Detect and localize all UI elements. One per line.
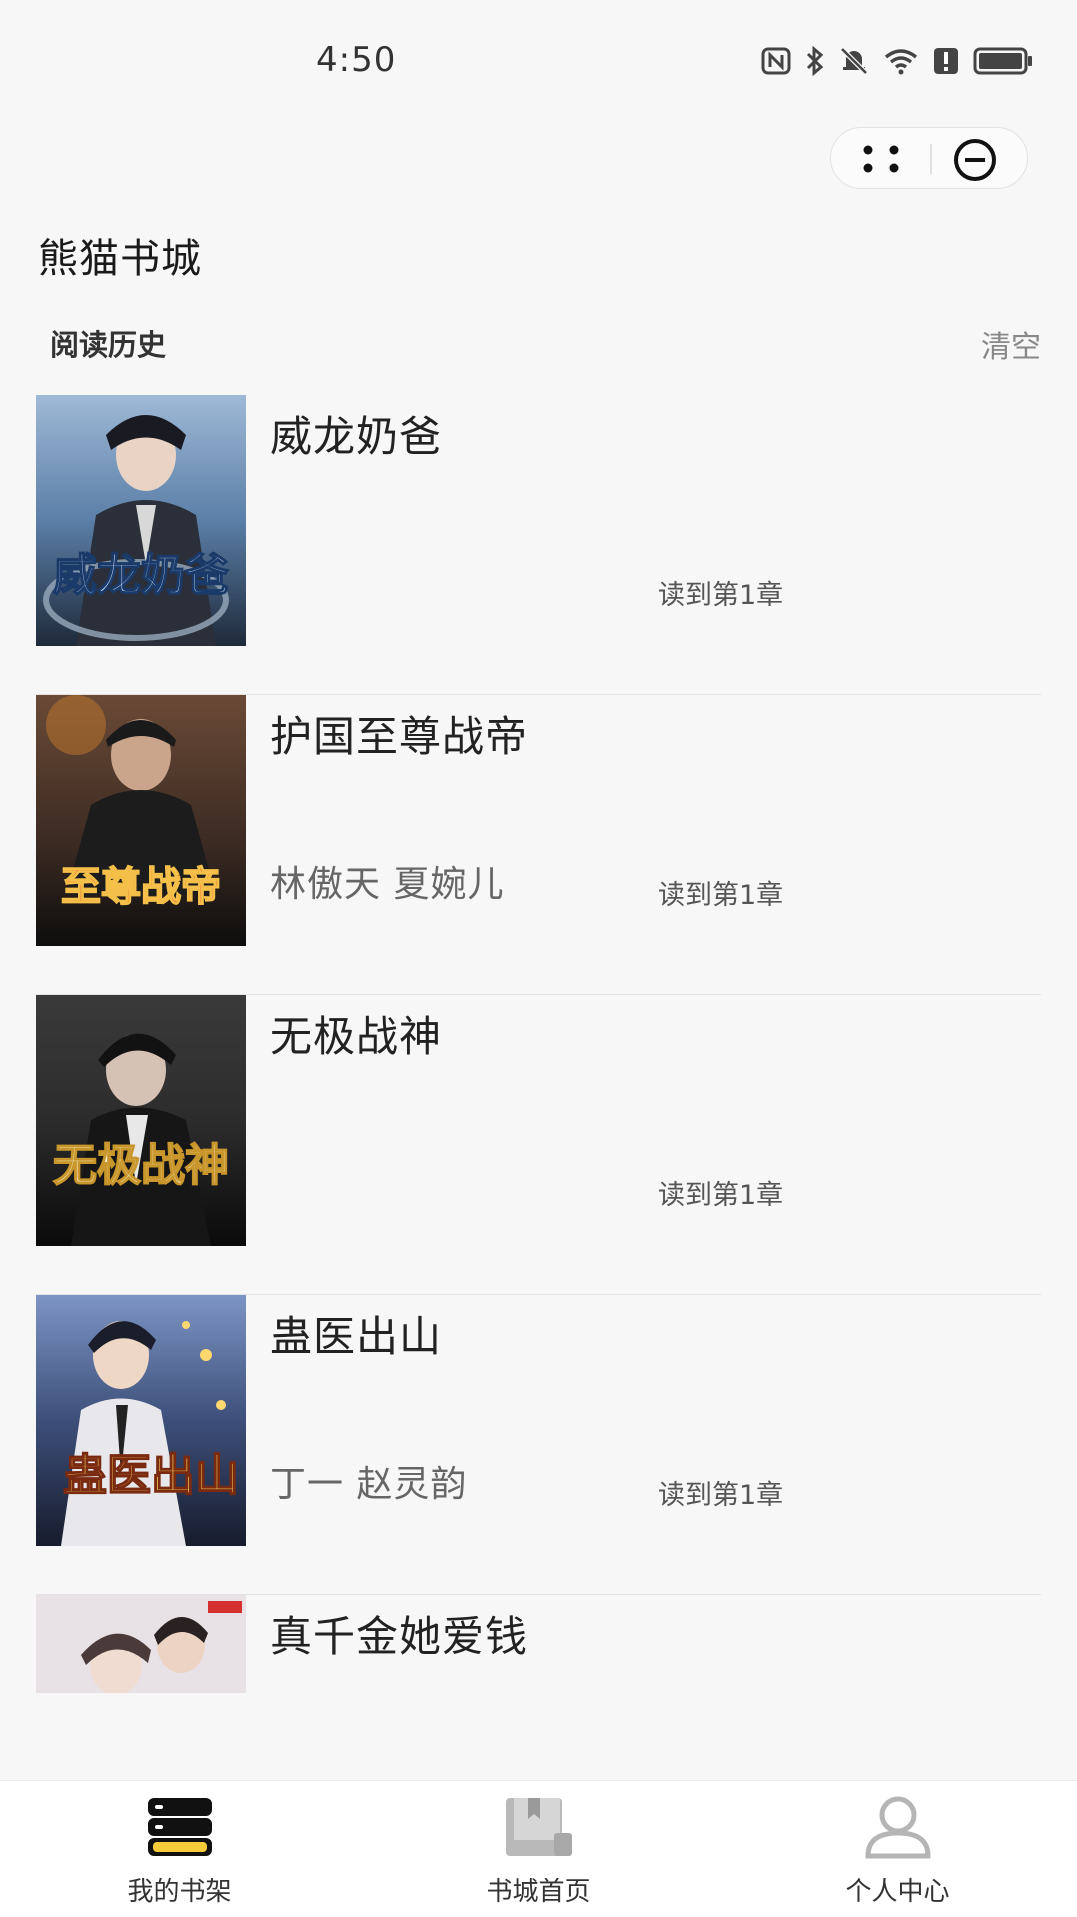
tab-label: 书城首页 — [486, 1877, 591, 1907]
book-item[interactable]: 蛊医出山 蛊医出山 丁一 赵灵韵 读到第1章 — [36, 1295, 1041, 1595]
tab-bookstore[interactable]: 书城首页 — [359, 1781, 718, 1917]
cover-title-text: 蛊医出山 — [63, 1450, 239, 1501]
book-cover: 无极战神 — [36, 995, 246, 1246]
nfc-icon — [761, 47, 791, 79]
minus-circle-icon[interactable] — [953, 138, 997, 182]
alert-icon — [933, 47, 959, 79]
status-bar: 4:50 — [0, 0, 1077, 120]
book-title: 无极战神 — [270, 1012, 443, 1061]
bluetooth-icon — [805, 45, 825, 80]
book-item[interactable]: 至尊战帝 护国至尊战帝 林傲天 夏婉儿 读到第1章 — [36, 695, 1041, 995]
book-item[interactable]: 无极战神 无极战神 读到第1章 — [36, 995, 1041, 1295]
book-store-icon — [502, 1795, 576, 1863]
capsule-divider — [930, 144, 932, 174]
book-title: 蛊医出山 — [270, 1312, 443, 1361]
more-dots-icon[interactable] — [857, 142, 907, 176]
reading-history-title: 阅读历史 — [50, 328, 167, 362]
book-item[interactable]: 威龙奶爸 威龙奶爸 读到第1章 — [36, 395, 1041, 695]
book-title: 护国至尊战帝 — [270, 712, 529, 761]
tab-bookshelf[interactable]: 我的书架 — [0, 1781, 359, 1917]
book-author: 林傲天 夏婉儿 — [270, 864, 505, 905]
wifi-icon — [883, 47, 919, 79]
battery-icon — [973, 47, 1033, 79]
book-cover: 蛊医出山 — [36, 1295, 246, 1546]
bottom-tab-bar: 我的书架 书城首页 个人中心 — [0, 1780, 1077, 1917]
book-author: 丁一 赵灵韵 — [270, 1464, 468, 1505]
book-title: 威龙奶爸 — [270, 412, 443, 461]
book-progress: 读到第1章 — [658, 1480, 784, 1511]
book-progress: 读到第1章 — [658, 1180, 784, 1211]
reading-history-list: 威龙奶爸 威龙奶爸 读到第1章 至尊战帝 护国至尊战帝 林傲天 夏婉儿 读到第1… — [36, 395, 1041, 1705]
cover-title-text: 至尊战帝 — [61, 864, 221, 910]
user-icon — [863, 1795, 933, 1863]
clear-history-button[interactable]: 清空 — [981, 322, 1041, 366]
book-progress: 读到第1章 — [658, 580, 784, 611]
page-title: 熊猫书城 — [38, 236, 202, 282]
cover-title-text: 威龙奶爸 — [53, 550, 229, 601]
status-time: 4:50 — [316, 40, 397, 80]
book-title: 真千金她爱钱 — [270, 1612, 529, 1661]
app-screen: 4:50 熊猫书城 阅读历史 清空 威龙奶爸 威龙奶爸 读到第1章 至尊战帝 护… — [0, 0, 1077, 1917]
book-cover — [36, 1595, 246, 1693]
capsule-menu — [830, 127, 1028, 189]
mute-icon — [839, 46, 869, 80]
status-icons — [761, 45, 1033, 80]
book-progress: 读到第1章 — [658, 880, 784, 911]
cover-title-text: 无极战神 — [53, 1140, 229, 1191]
tab-label: 我的书架 — [127, 1877, 232, 1907]
tab-label: 个人中心 — [845, 1877, 950, 1907]
bookshelf-icon — [145, 1795, 215, 1863]
book-item[interactable]: 真千金她爱钱 — [36, 1595, 1041, 1705]
book-cover: 至尊战帝 — [36, 695, 246, 946]
tab-profile[interactable]: 个人中心 — [718, 1781, 1077, 1917]
book-cover: 威龙奶爸 — [36, 395, 246, 646]
